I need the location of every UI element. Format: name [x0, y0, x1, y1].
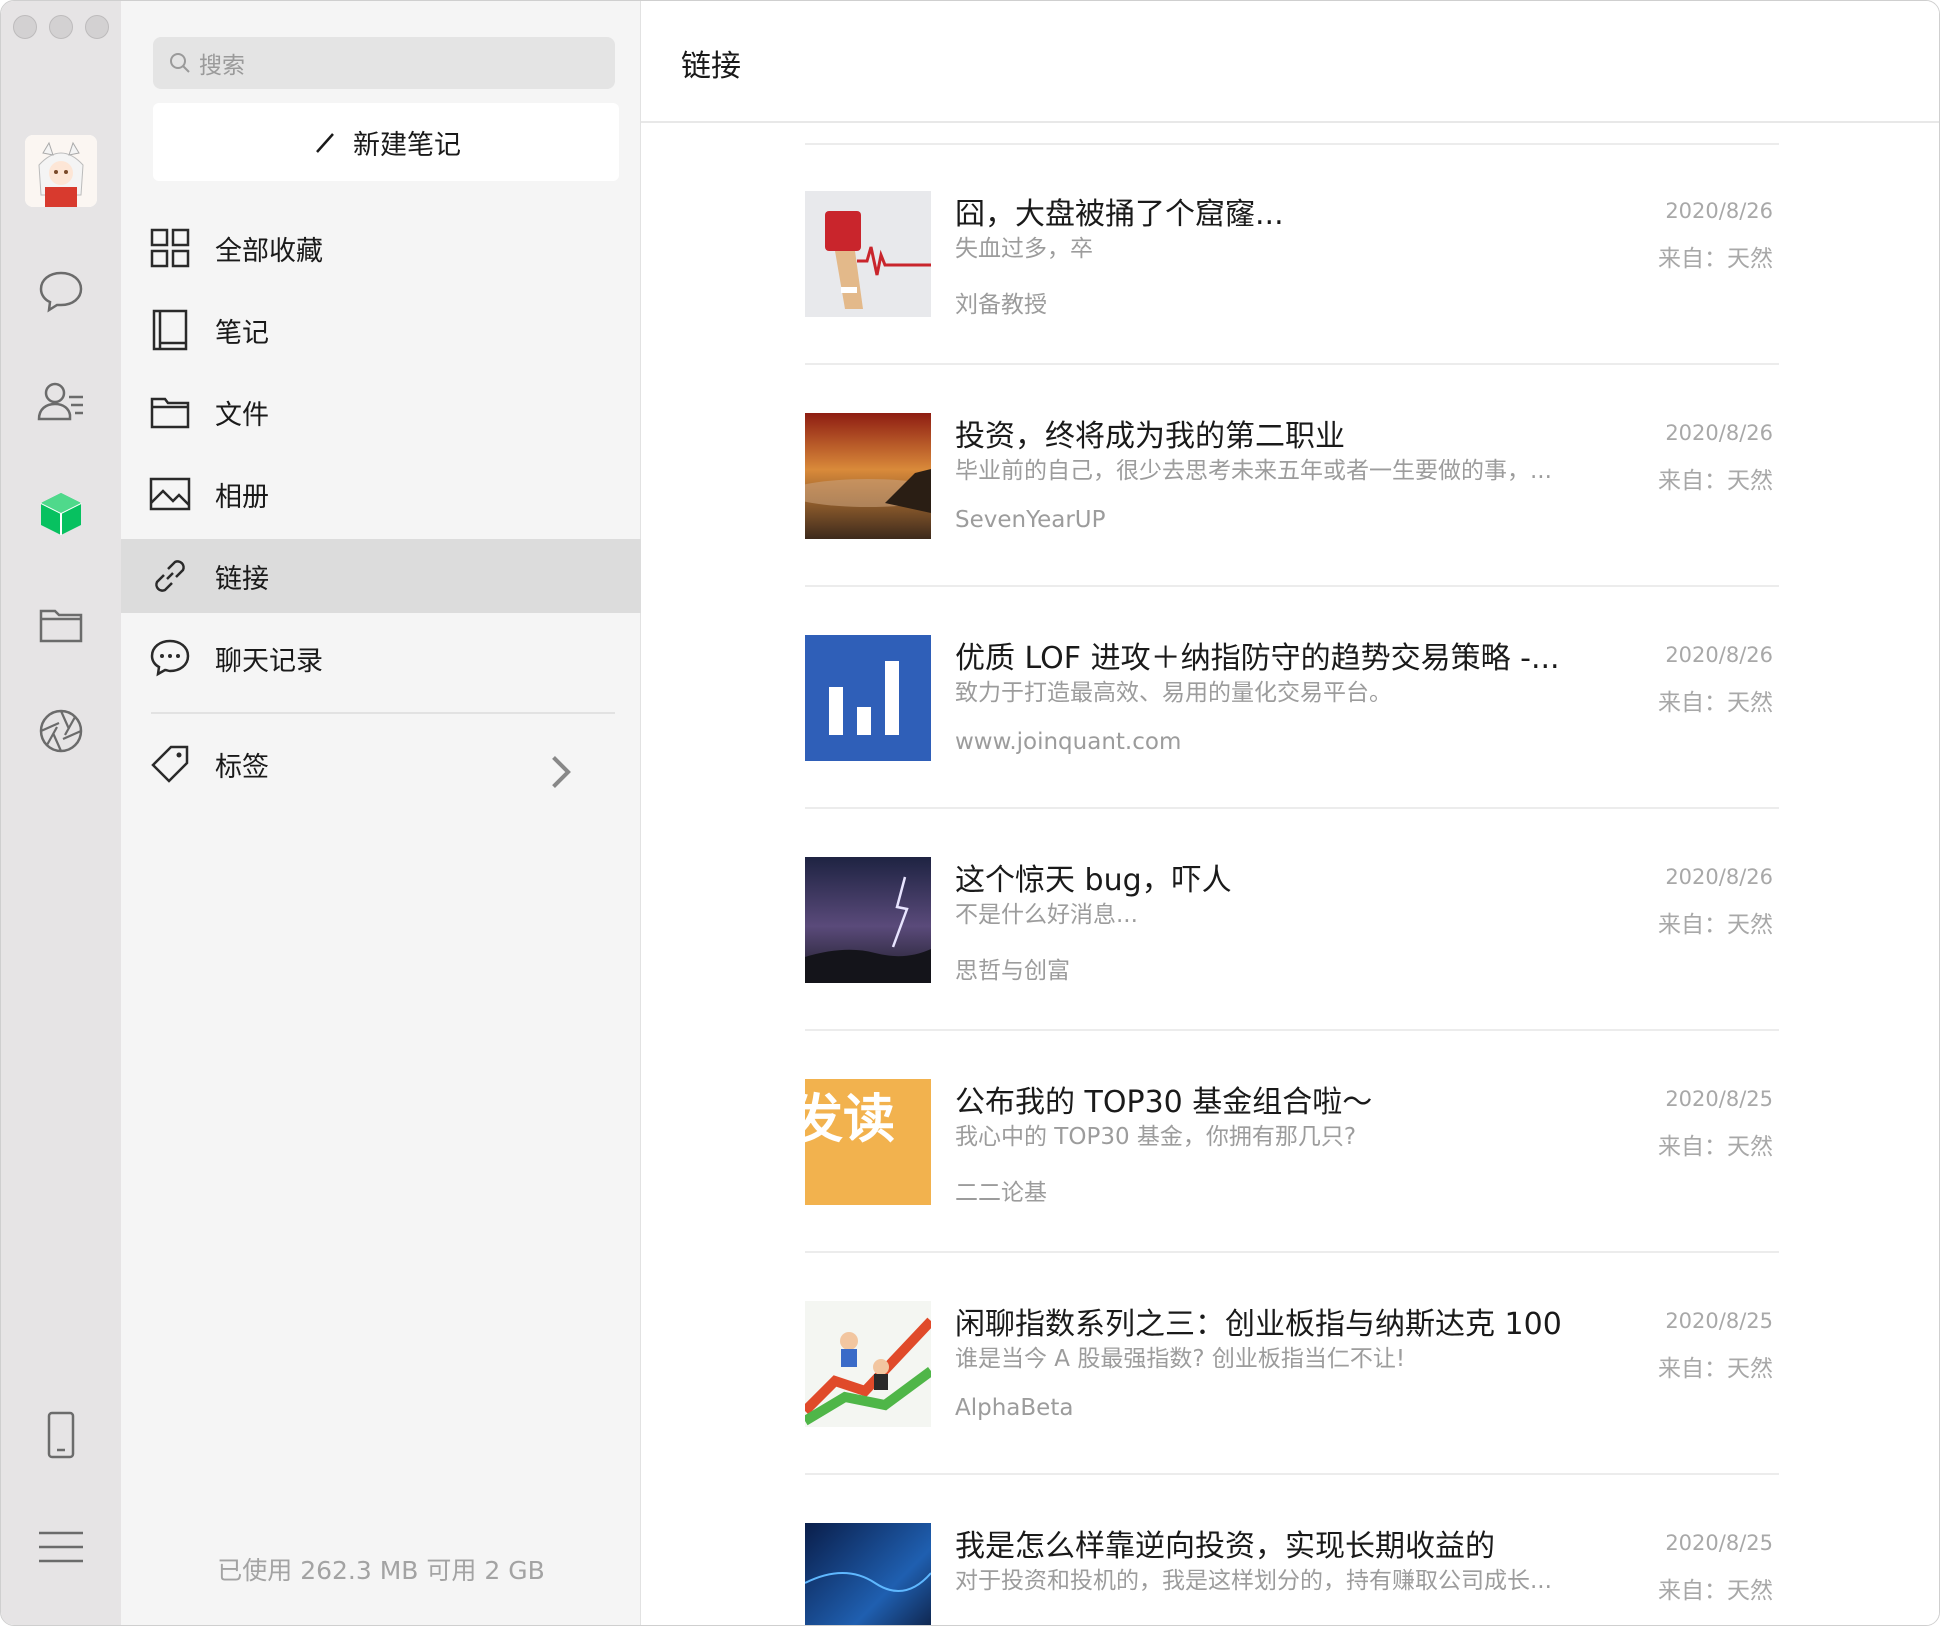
- item-title: 闲聊指数系列之三：创业板指与纳斯达克 100: [955, 1307, 1562, 1342]
- item-title: 囧，大盘被捅了个窟窿...: [955, 197, 1284, 232]
- item-from: 来自：天然: [1658, 468, 1773, 494]
- item-source: www.joinquant.com: [955, 729, 1182, 755]
- nav-label: 相册: [215, 481, 269, 513]
- pencil-icon: [316, 133, 334, 153]
- item-title: 优质 LOF 进攻＋纳指防守的趋势交易策略 -...: [955, 641, 1560, 676]
- item-from: 来自：天然: [1658, 1578, 1773, 1604]
- nav-label: 全部收藏: [215, 235, 323, 267]
- item-from: 来自：天然: [1658, 1356, 1773, 1382]
- thumbnail-image: [805, 1523, 931, 1625]
- close-window-button[interactable]: [13, 15, 37, 39]
- notebook-icon: [152, 309, 188, 351]
- nav-item-notes[interactable]: 笔记: [121, 293, 641, 367]
- item-date: 2020/8/26: [1665, 643, 1773, 667]
- nav-item-all-favorites[interactable]: 全部收藏: [121, 211, 641, 285]
- window-controls: [13, 15, 109, 39]
- menu-icon[interactable]: [31, 1517, 91, 1577]
- item-description: 毕业前的自己，很少去思考未来五年或者一生要做的事，...: [955, 458, 1552, 484]
- list-item[interactable]: 优质 LOF 进攻＋纳指防守的趋势交易策略 -... 致力于打造最高效、易用的量…: [805, 587, 1779, 809]
- thumbnail-image: [805, 1301, 931, 1427]
- nav-label: 笔记: [215, 317, 269, 349]
- item-title: 我是怎么样靠逆向投资，实现长期收益的: [955, 1529, 1495, 1564]
- app-window: 搜索 新建笔记 全部收藏 笔记 文件 相册 链接 聊天记录 标签 已使用 262…: [0, 0, 1940, 1626]
- new-note-button[interactable]: 新建笔记: [153, 103, 619, 181]
- item-title: 投资，终将成为我的第二职业: [955, 419, 1345, 454]
- nav-label: 文件: [215, 399, 269, 431]
- item-source: 思哲与创富: [955, 958, 1070, 984]
- favorites-cube-icon[interactable]: [31, 483, 91, 543]
- list-item[interactable]: 这个惊天 bug，吓人 不是什么好消息... 思哲与创富 2020/8/26 来…: [805, 809, 1779, 1031]
- grid-icon: [150, 228, 190, 268]
- item-date: 2020/8/26: [1665, 199, 1773, 223]
- list-item[interactable]: 我是怎么样靠逆向投资，实现长期收益的 对于投资和投机的，我是这样划分的，持有赚取…: [805, 1475, 1779, 1625]
- nav-divider: [151, 712, 615, 714]
- item-source: AlphaBeta: [955, 1395, 1074, 1421]
- nav-label: 链接: [215, 563, 269, 595]
- item-date: 2020/8/25: [1665, 1309, 1773, 1333]
- link-icon: [155, 560, 185, 592]
- nav-item-files[interactable]: 文件: [121, 375, 641, 449]
- item-from: 来自：天然: [1658, 912, 1773, 938]
- search-icon: [170, 53, 190, 73]
- item-from: 来自：天然: [1658, 246, 1773, 272]
- item-source: 刘备教授: [955, 292, 1047, 318]
- item-description: 致力于打造最高效、易用的量化交易平台。: [955, 680, 1392, 706]
- item-description: 我心中的 TOP30 基金，你拥有那几只?: [955, 1124, 1357, 1150]
- item-date: 2020/8/26: [1665, 865, 1773, 889]
- zoom-window-button[interactable]: [85, 15, 109, 39]
- item-from: 来自：天然: [1658, 1134, 1773, 1160]
- moments-aperture-icon[interactable]: [31, 701, 91, 761]
- tag-icon: [151, 745, 189, 783]
- item-source: 二二论基: [955, 1180, 1047, 1206]
- item-description: 不是什么好消息...: [955, 902, 1138, 928]
- item-from: 来自：天然: [1658, 690, 1773, 716]
- item-title: 公布我的 TOP30 基金组合啦～: [955, 1085, 1373, 1120]
- list-item[interactable]: 囧，大盘被捅了个窟窿... 失血过多，卒 刘备教授 2020/8/26 来自：天…: [805, 143, 1779, 365]
- chat-bubble-icon: [150, 639, 190, 677]
- contacts-icon[interactable]: [31, 371, 91, 431]
- new-note-label: 新建笔记: [353, 129, 461, 161]
- search-placeholder: 搜索: [199, 53, 245, 79]
- list-item[interactable]: 投资，终将成为我的第二职业 毕业前的自己，很少去思考未来五年或者一生要做的事，.…: [805, 365, 1779, 587]
- left-rail: [1, 1, 121, 1625]
- avatar[interactable]: [25, 135, 97, 207]
- phone-icon[interactable]: [31, 1405, 91, 1465]
- item-description: 失血过多，卒: [955, 236, 1093, 262]
- favorites-sidebar: 搜索 新建笔记 全部收藏 笔记 文件 相册 链接 聊天记录 标签 已使用 262…: [121, 1, 641, 1625]
- item-description: 对于投资和投机的，我是这样划分的，持有赚取公司成长...: [955, 1568, 1552, 1594]
- item-date: 2020/8/25: [1665, 1087, 1773, 1111]
- page-title: 链接: [681, 49, 741, 84]
- nav-item-chat-history[interactable]: 聊天记录: [121, 621, 641, 695]
- thumbnail-image: [805, 635, 931, 761]
- nav-item-links[interactable]: 链接: [121, 539, 641, 613]
- nav-label: 聊天记录: [215, 645, 323, 677]
- thumbnail-image: 发读: [805, 1079, 931, 1205]
- files-folder-icon[interactable]: [31, 595, 91, 655]
- image-icon: [149, 477, 191, 511]
- item-date: 2020/8/25: [1665, 1531, 1773, 1555]
- chevron-right-icon: [552, 756, 571, 788]
- folder-icon: [150, 397, 190, 429]
- nav-item-album[interactable]: 相册: [121, 457, 641, 531]
- search-input[interactable]: 搜索: [153, 37, 615, 89]
- item-description: 谁是当今 A 股最强指数? 创业板指当仁不让!: [955, 1346, 1406, 1372]
- main-panel: 链接 囧，大盘被捅了个窟窿... 失血过多，卒 刘备教授 2020/8/26 来…: [641, 1, 1939, 1625]
- item-title: 这个惊天 bug，吓人: [955, 863, 1232, 898]
- item-date: 2020/8/26: [1665, 421, 1773, 445]
- thumbnail-text: 发读: [805, 1090, 895, 1150]
- list-item[interactable]: 发读 公布我的 TOP30 基金组合啦～ 我心中的 TOP30 基金，你拥有那几…: [805, 1031, 1779, 1253]
- thumbnail-image: [805, 857, 931, 983]
- list-item[interactable]: 闲聊指数系列之三：创业板指与纳斯达克 100 谁是当今 A 股最强指数? 创业板…: [805, 1253, 1779, 1475]
- nav-item-tags[interactable]: 标签: [121, 727, 641, 801]
- item-source: SevenYearUP: [955, 507, 1106, 533]
- chat-icon[interactable]: [31, 261, 91, 321]
- thumbnail-image: [805, 413, 931, 539]
- main-header: 链接: [641, 1, 1939, 123]
- storage-usage: 已使用 262.3 MB 可用 2 GB: [217, 1556, 545, 1585]
- thumbnail-image: [805, 191, 931, 317]
- nav-label: 标签: [215, 751, 269, 783]
- minimize-window-button[interactable]: [49, 15, 73, 39]
